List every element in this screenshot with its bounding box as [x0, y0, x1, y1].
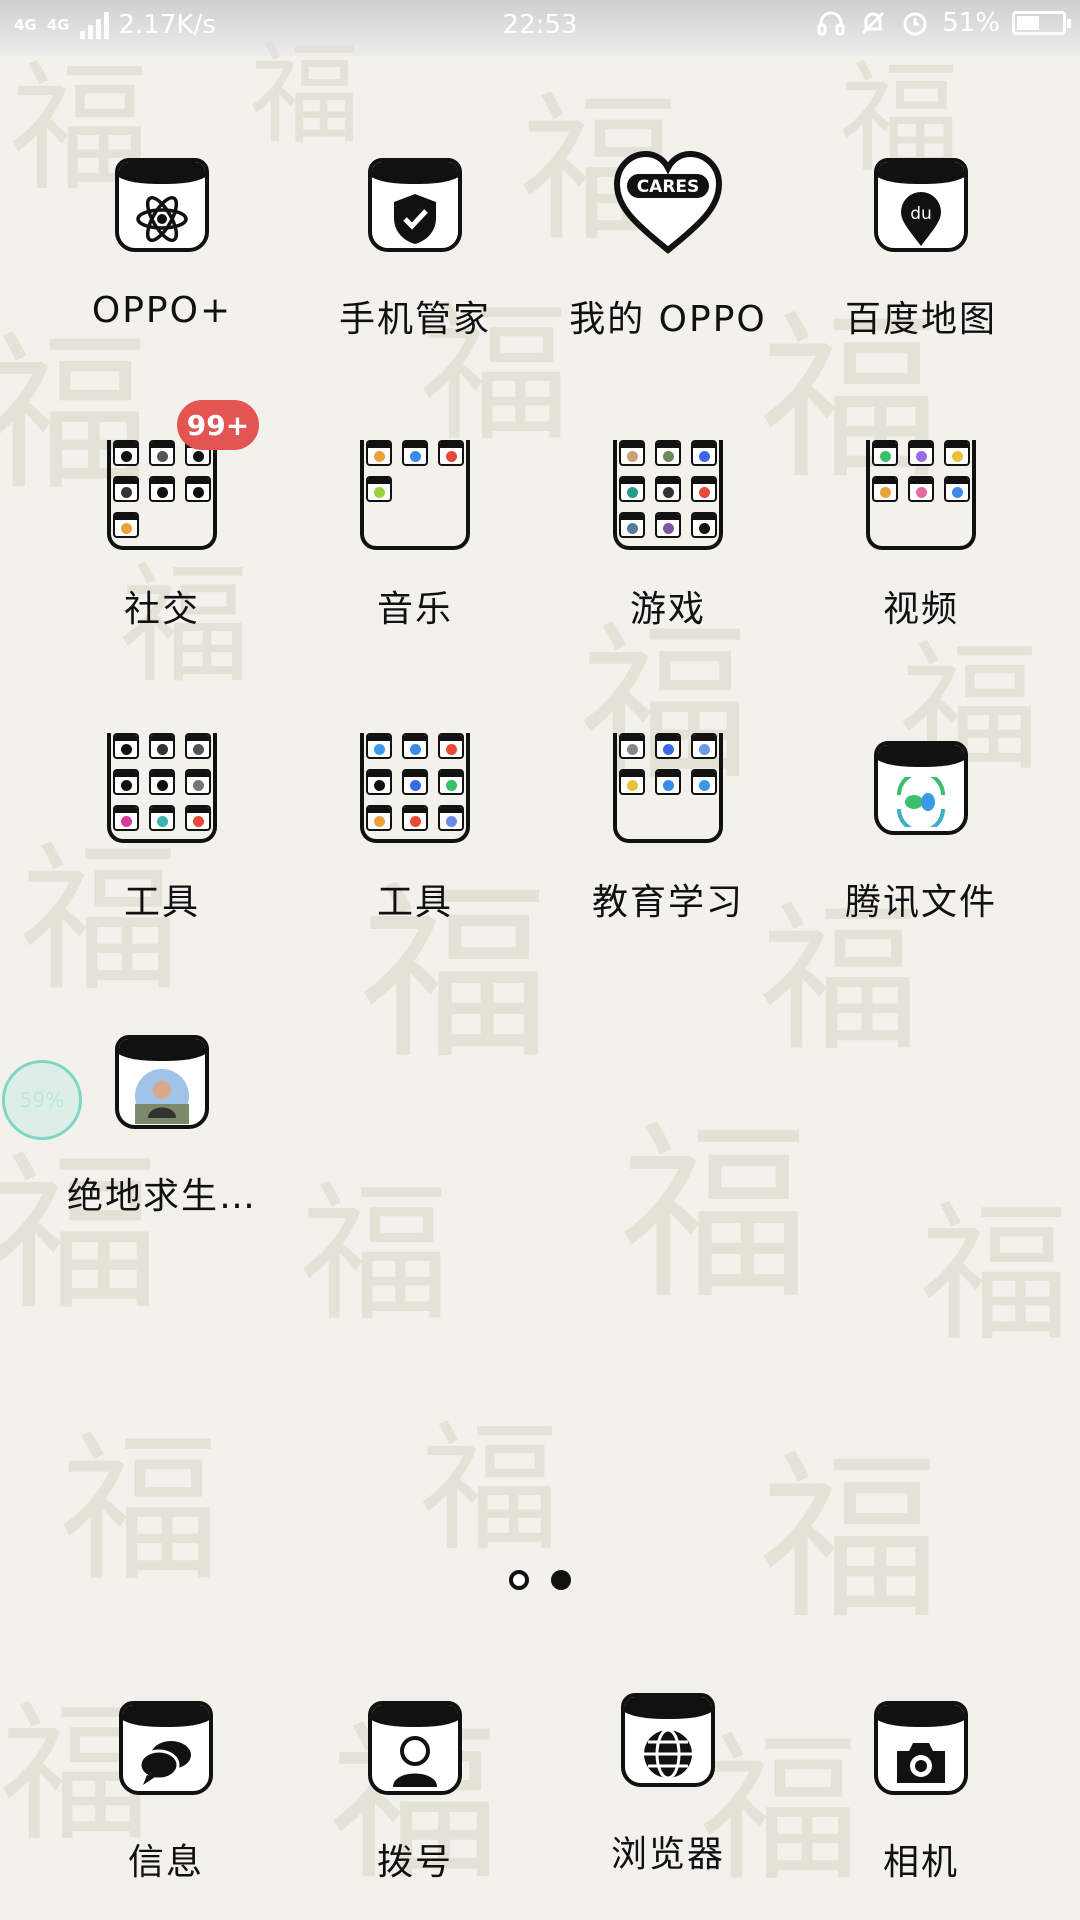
page-dot-1[interactable]	[509, 1570, 529, 1590]
app-label: 视频	[882, 589, 959, 630]
folder-tools-2[interactable]: 工具	[295, 733, 535, 925]
app-label: 教育学习	[591, 882, 744, 923]
app-label: 手机管家	[338, 299, 491, 340]
app-phone-manager[interactable]: 手机管家	[295, 150, 535, 342]
app-label: 浏览器	[610, 1834, 725, 1875]
camera-icon	[878, 1733, 964, 1791]
app-icon[interactable]	[360, 1693, 470, 1803]
folder-icon[interactable]	[866, 440, 976, 550]
folder-music[interactable]: 音乐	[295, 440, 535, 632]
battery-percent: 51%	[942, 8, 1000, 38]
app-label: 百度地图	[844, 299, 997, 340]
app-icon[interactable]	[360, 150, 470, 260]
app-icon[interactable]	[866, 1693, 976, 1803]
page-indicator[interactable]	[0, 1570, 1080, 1590]
battery-fill	[1017, 16, 1039, 30]
app-label: 相机	[882, 1842, 959, 1883]
app-label: 工具	[123, 882, 200, 923]
folder-icon[interactable]	[613, 733, 723, 843]
app-label: 信息	[127, 1842, 204, 1883]
app-label: 绝地求生…	[66, 1176, 257, 1217]
battery-icon	[1012, 11, 1071, 35]
folder-icon[interactable]	[107, 733, 217, 843]
folder-icon[interactable]	[360, 440, 470, 550]
cares-text: CARES	[637, 177, 700, 197]
dock-messages[interactable]: 信息	[46, 1693, 286, 1885]
globe-icon	[625, 1725, 711, 1783]
mute-bell-icon	[858, 8, 888, 38]
app-label: 腾讯文件	[844, 882, 997, 923]
map-pin-du-icon: du	[878, 190, 964, 248]
app-label: 我的 OPPO	[569, 299, 767, 340]
status-bar: 4G 4G 2.17K/s 22:53 51%	[0, 0, 1080, 56]
folder-tools-1[interactable]: 工具	[42, 733, 282, 925]
app-label: 游戏	[629, 589, 706, 630]
du-text: du	[910, 204, 932, 224]
message-bubbles-icon	[123, 1733, 209, 1791]
folder-education[interactable]: 教育学习	[548, 733, 788, 925]
folder-icon[interactable]: 99+	[107, 400, 259, 550]
folder-icon[interactable]	[613, 440, 723, 550]
app-oppo-plus[interactable]: OPPO+	[42, 150, 282, 331]
headphones-icon	[816, 8, 846, 38]
person-dialer-icon	[372, 1733, 458, 1791]
app-tencent-files[interactable]: 腾讯文件	[801, 733, 1041, 925]
app-my-oppo[interactable]: CARES 我的 OPPO	[548, 150, 788, 342]
game-avatar-icon	[119, 1067, 205, 1125]
app-label: 拨号	[376, 1842, 453, 1883]
app-icon[interactable]	[107, 150, 217, 260]
notification-badge: 99+	[177, 400, 259, 450]
app-icon[interactable]: du	[866, 150, 976, 260]
app-label: 社交	[123, 589, 200, 630]
app-baidu-map[interactable]: du 百度地图	[801, 150, 1041, 342]
status-right: 51%	[816, 8, 1071, 38]
app-pubg[interactable]: 绝地求生…	[42, 1027, 282, 1219]
folder-social[interactable]: 99+ 社交	[42, 400, 282, 632]
download-progress-indicator: 59%	[2, 1060, 82, 1140]
app-icon[interactable]	[111, 1693, 221, 1803]
tencent-files-icon	[878, 773, 964, 831]
alarm-icon	[900, 8, 930, 38]
app-icon[interactable]	[866, 733, 976, 843]
app-label: 音乐	[376, 589, 453, 630]
shield-check-icon	[372, 190, 458, 248]
page-dot-2[interactable]	[551, 1570, 571, 1590]
app-icon[interactable]: CARES	[613, 150, 723, 260]
folder-video[interactable]: 视频	[801, 440, 1041, 632]
app-icon[interactable]	[613, 1685, 723, 1795]
heart-cares-icon: CARES	[613, 150, 723, 254]
folder-games[interactable]: 游戏	[548, 440, 788, 632]
app-icon[interactable]	[107, 1027, 217, 1137]
dock-browser[interactable]: 浏览器	[548, 1685, 788, 1877]
dock-camera[interactable]: 相机	[801, 1693, 1041, 1885]
atom-icon	[119, 190, 205, 248]
app-label: 工具	[376, 882, 453, 923]
dock-dialer[interactable]: 拨号	[295, 1693, 535, 1885]
folder-icon[interactable]	[360, 733, 470, 843]
app-label: OPPO+	[91, 290, 233, 331]
